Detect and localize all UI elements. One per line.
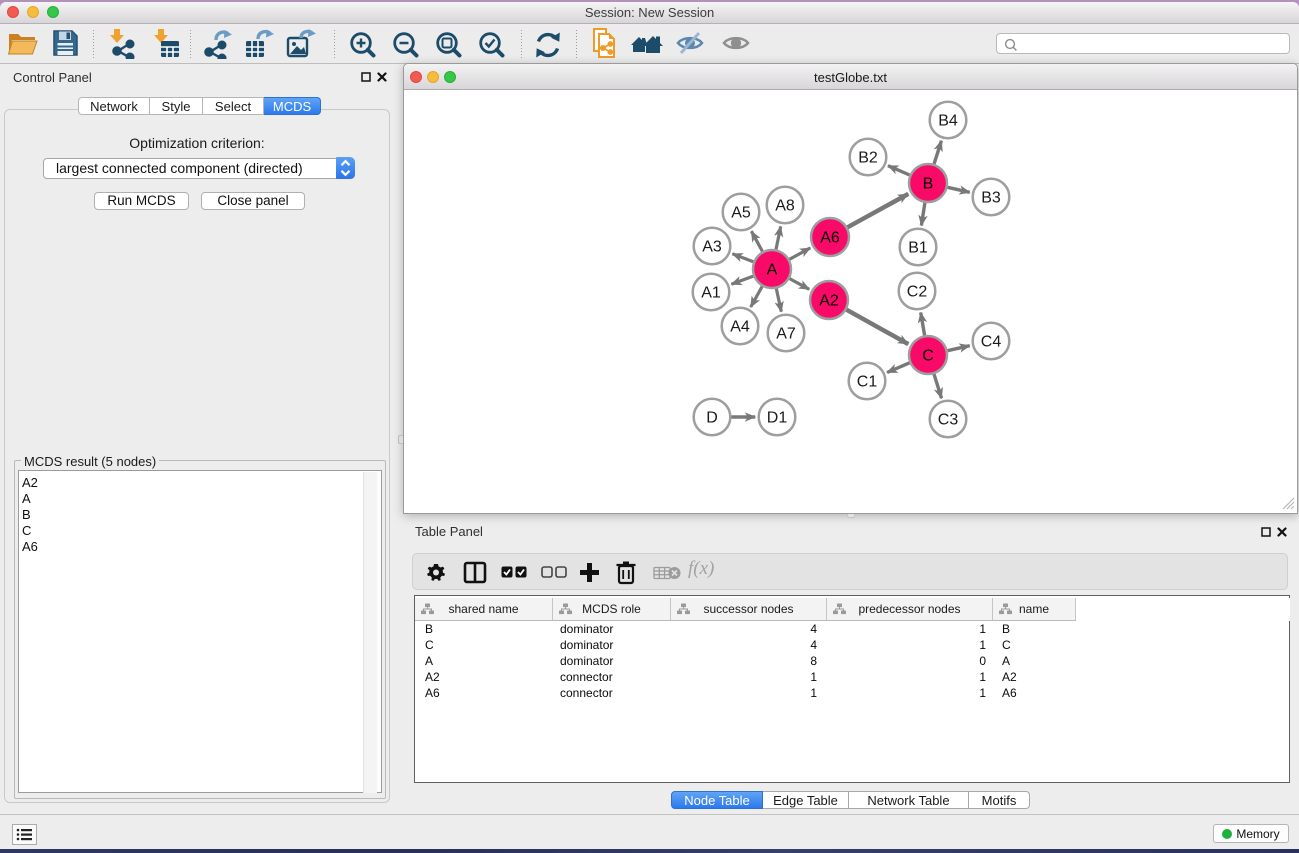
svg-text:A8: A8: [775, 198, 795, 215]
svg-text:B2: B2: [858, 150, 878, 167]
svg-text:C2: C2: [907, 284, 928, 301]
svg-text:D1: D1: [767, 410, 788, 427]
svg-text:C: C: [922, 348, 934, 365]
svg-text:A5: A5: [731, 205, 751, 222]
svg-text:A7: A7: [776, 326, 796, 343]
svg-text:A2: A2: [819, 293, 839, 310]
svg-text:A: A: [767, 262, 778, 279]
svg-text:A6: A6: [820, 230, 840, 247]
svg-text:A3: A3: [702, 239, 722, 256]
svg-text:C4: C4: [981, 334, 1002, 351]
svg-text:C3: C3: [938, 412, 959, 429]
svg-text:D: D: [706, 410, 718, 427]
svg-text:C1: C1: [857, 374, 878, 391]
svg-text:B: B: [923, 176, 934, 193]
svg-text:B1: B1: [908, 240, 928, 257]
svg-text:B3: B3: [981, 190, 1001, 207]
svg-text:A1: A1: [701, 285, 721, 302]
svg-text:B4: B4: [938, 113, 958, 130]
svg-text:A4: A4: [730, 319, 750, 336]
